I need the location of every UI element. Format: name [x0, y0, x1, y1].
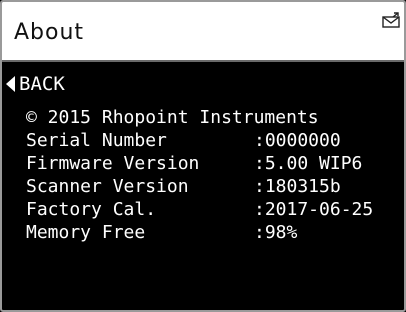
- info-row-firmware-version: Firmware Version :5.00 WIP6: [26, 152, 402, 175]
- info-value: :98%: [254, 222, 298, 243]
- info-label: Scanner Version: [26, 176, 189, 197]
- info-label: Firmware Version: [26, 153, 200, 174]
- back-label: BACK: [19, 73, 65, 95]
- info-label: Memory Free: [26, 222, 146, 243]
- copyright-text: © 2015 Rhopoint Instruments: [26, 107, 319, 128]
- about-info: © 2015 Rhopoint Instruments Serial Numbe…: [26, 106, 402, 244]
- info-label: Factory Cal.: [26, 199, 157, 220]
- info-label: Serial Number: [26, 130, 167, 151]
- about-screen: About BACK © 2015 Rhopoint Instruments S…: [0, 0, 406, 312]
- info-row-factory-cal: Factory Cal. :2017-06-25: [26, 198, 402, 221]
- info-value: :5.00 WIP6: [254, 153, 363, 174]
- email-icon[interactable]: [382, 12, 400, 28]
- info-value: :2017-06-25: [254, 199, 374, 220]
- page-title: About: [14, 20, 85, 45]
- header-bar: About: [2, 2, 404, 62]
- back-arrow-icon: [6, 76, 15, 92]
- info-row-scanner-version: Scanner Version :180315b: [26, 175, 402, 198]
- info-value: :0000000: [254, 130, 341, 151]
- info-row-memory-free: Memory Free :98%: [26, 221, 402, 244]
- info-row-serial-number: Serial Number :0000000: [26, 129, 402, 152]
- back-button[interactable]: BACK: [6, 72, 65, 96]
- info-value: :180315b: [254, 176, 341, 197]
